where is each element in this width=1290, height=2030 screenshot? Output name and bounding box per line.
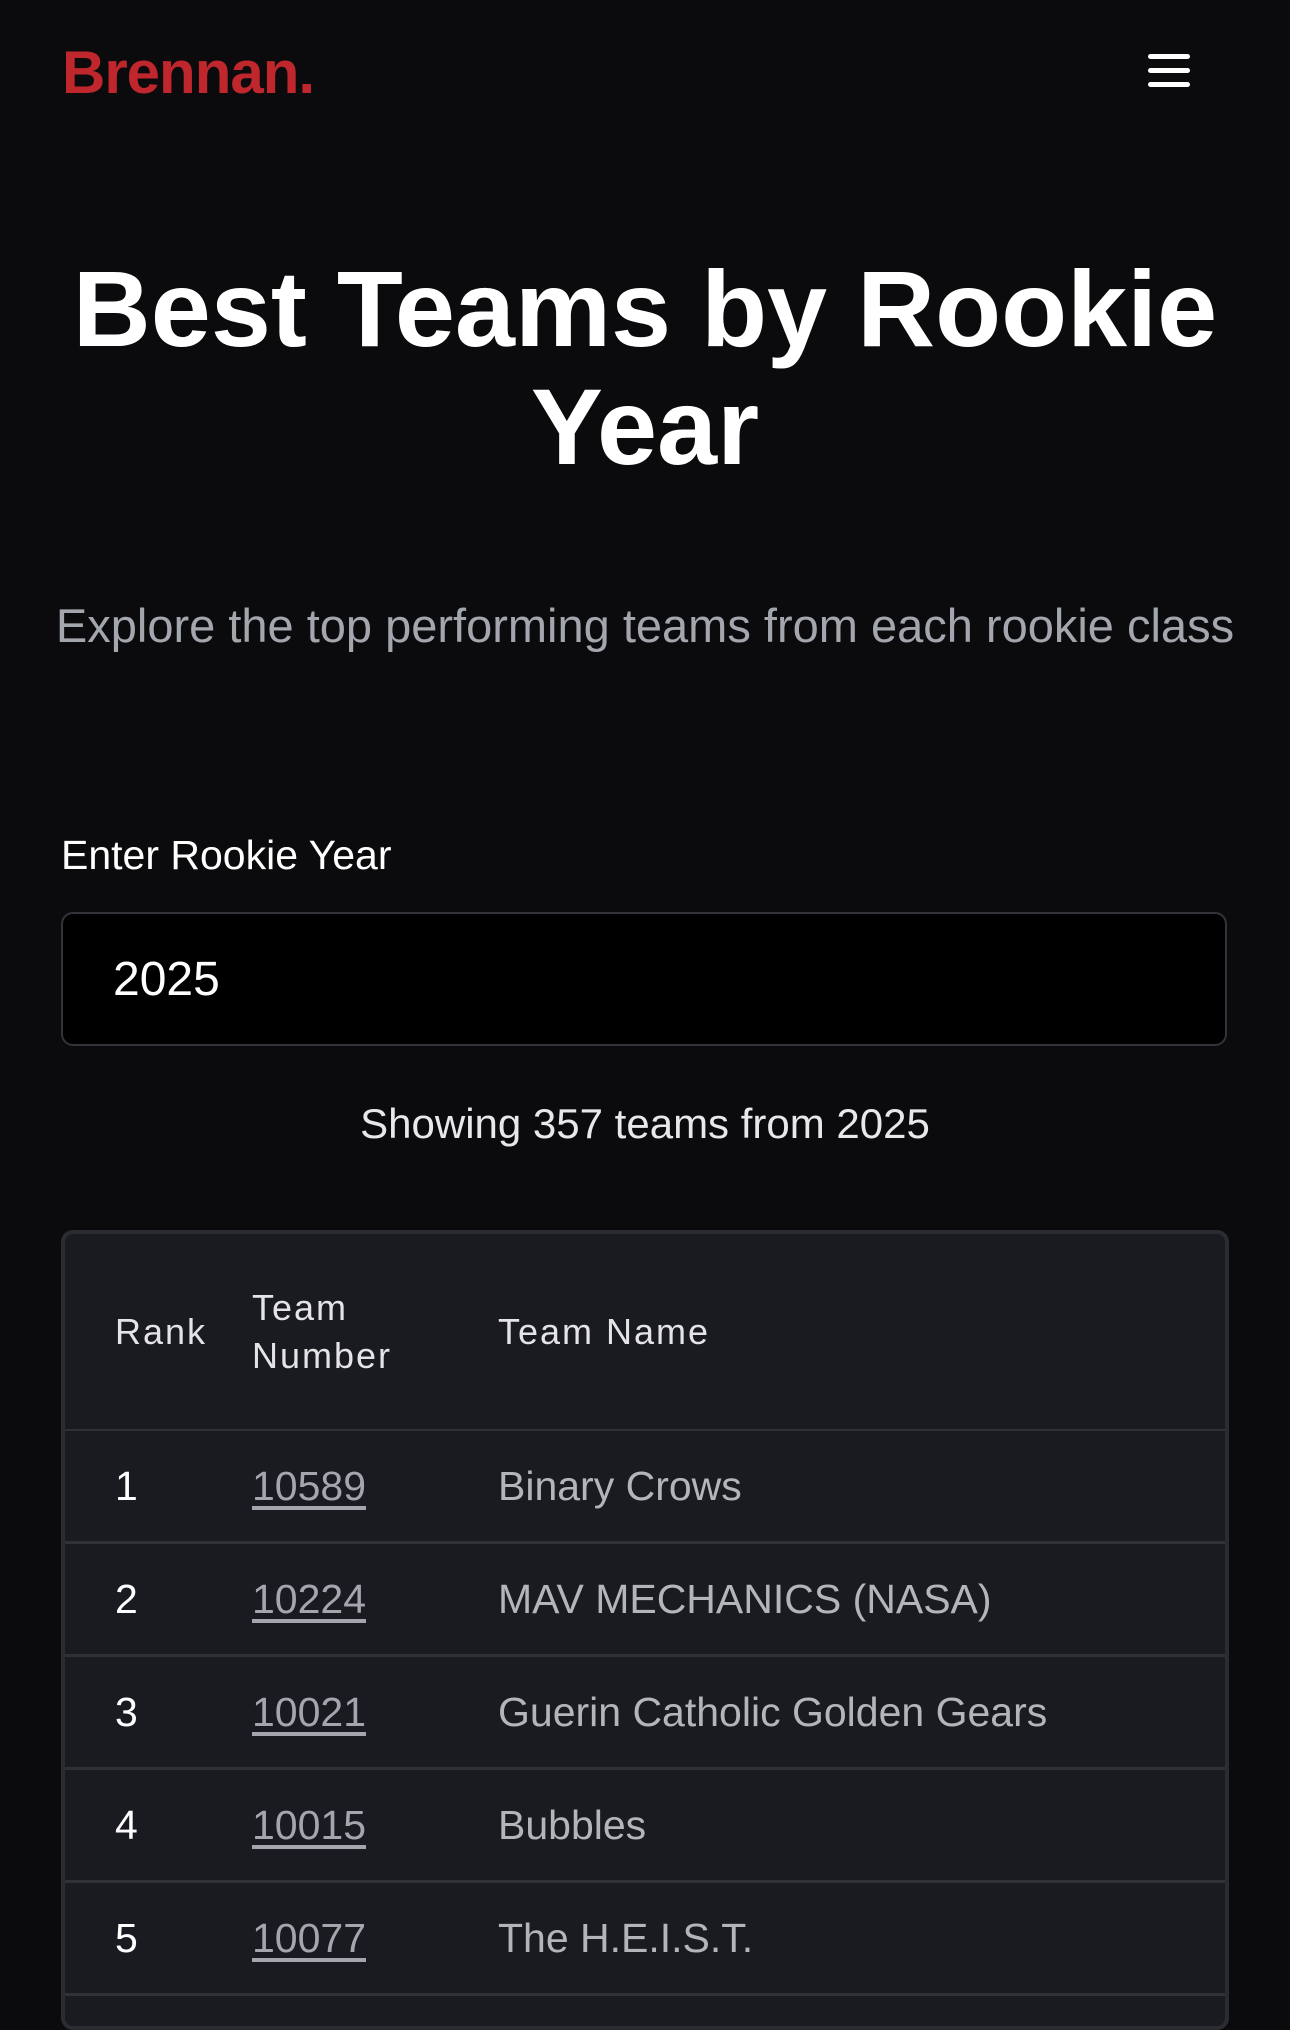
table-row: 4 10015 Bubbles [65, 1769, 1225, 1882]
menu-bar-middle [1148, 68, 1190, 73]
page-title: Best Teams by Rookie Year [40, 250, 1250, 486]
brand-logo[interactable]: Brennan. [62, 38, 314, 107]
team-name-cell: Binary Crows [497, 1430, 1225, 1543]
rookie-year-input[interactable] [61, 912, 1227, 1046]
team-number-link[interactable]: 10021 [252, 1689, 366, 1735]
rank-cell: 4 [65, 1769, 251, 1882]
table-row: 5 10077 The H.E.I.S.T. [65, 1882, 1225, 1995]
menu-bar-top [1148, 54, 1190, 59]
header-team-number: Team Number [251, 1234, 497, 1430]
rank-cell: 5 [65, 1882, 251, 1995]
teams-table-container: Rank Team Number Team Name 1 10589 Binary… [61, 1230, 1229, 2030]
rank-cell: 2 [65, 1543, 251, 1656]
team-name-cell: Bubbles [497, 1769, 1225, 1882]
page-title-line-1: Best Teams by Rookie [73, 248, 1217, 369]
header-team-number-line-2: Number [252, 1335, 392, 1376]
rookie-year-label: Enter Rookie Year [61, 832, 392, 879]
teams-table: Rank Team Number Team Name 1 10589 Binary… [65, 1234, 1225, 2030]
header-team-number-line-1: Team [252, 1287, 348, 1328]
header-team-name: Team Name [497, 1234, 1225, 1430]
team-name-cell: Guerin Catholic Golden Gears [497, 1656, 1225, 1769]
team-name-cell: MAV MECHANICS (NASA) [497, 1543, 1225, 1656]
team-number-link[interactable]: 10015 [252, 1802, 366, 1848]
table-row: 2 10224 MAV MECHANICS (NASA) [65, 1543, 1225, 1656]
team-name-cell [497, 1995, 1225, 2030]
header-rank: Rank [65, 1234, 251, 1430]
rank-cell: 1 [65, 1430, 251, 1543]
page-subtitle: Explore the top performing teams from ea… [50, 590, 1240, 662]
team-number-link[interactable]: 10224 [252, 1576, 366, 1622]
table-row: 1 10589 Binary Crows [65, 1430, 1225, 1543]
page-title-line-2: Year [531, 366, 759, 487]
hamburger-menu-icon[interactable] [1140, 44, 1198, 98]
rank-cell [65, 1995, 251, 2030]
team-number-link[interactable]: 10589 [252, 1463, 366, 1509]
logo-dot: . [298, 39, 314, 106]
top-nav-bar: Brennan. [0, 0, 1290, 145]
table-row: 3 10021 Guerin Catholic Golden Gears [65, 1656, 1225, 1769]
team-name-cell: The H.E.I.S.T. [497, 1882, 1225, 1995]
results-count-text: Showing 357 teams from 2025 [0, 1100, 1290, 1148]
menu-bar-bottom [1148, 82, 1190, 87]
table-header-row: Rank Team Number Team Name [65, 1234, 1225, 1430]
team-number-link[interactable]: 10077 [252, 1915, 366, 1961]
rank-cell: 3 [65, 1656, 251, 1769]
logo-text: Brennan [62, 39, 298, 106]
table-row [65, 1995, 1225, 2030]
